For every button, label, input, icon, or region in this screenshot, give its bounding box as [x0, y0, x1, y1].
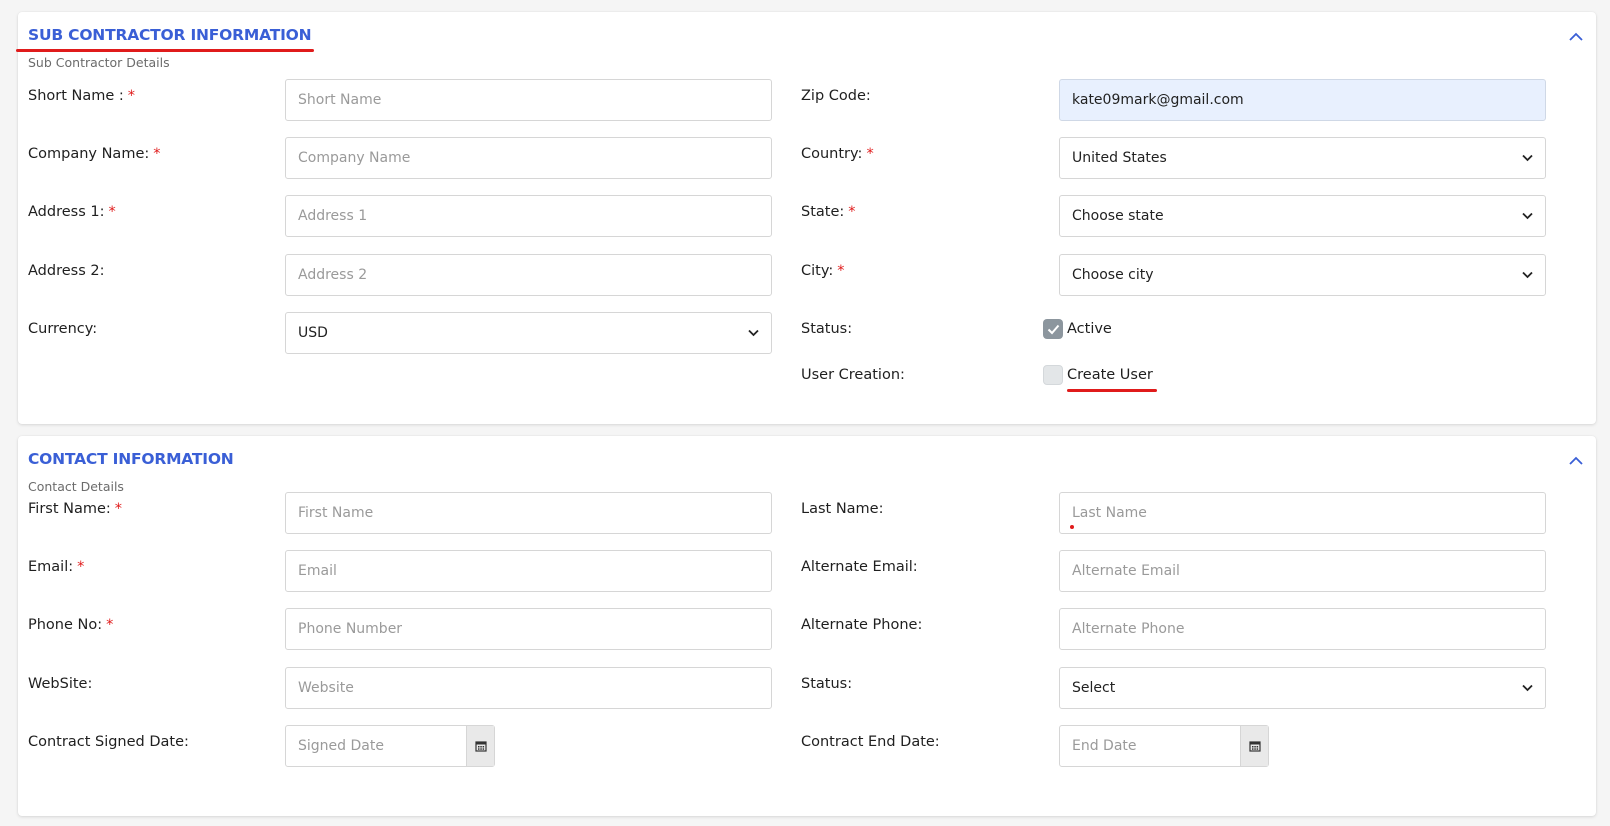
- email-label: Email: *: [28, 559, 85, 575]
- address1-input[interactable]: Address 1: [285, 195, 772, 237]
- chevron-down-icon: [748, 329, 759, 337]
- address2-input[interactable]: Address 2: [285, 254, 772, 296]
- currency-select[interactable]: USD: [285, 312, 772, 354]
- cursor-marker: [1070, 525, 1074, 529]
- user-creation-label: User Creation:: [801, 367, 905, 383]
- check-icon: [1047, 324, 1059, 334]
- city-label: City: *: [801, 263, 845, 279]
- chevron-down-icon: [1522, 684, 1533, 692]
- phone-label: Phone No: *: [28, 617, 114, 633]
- title-annotation-underline: [16, 49, 314, 52]
- calendar-button[interactable]: [1240, 726, 1268, 766]
- email-input[interactable]: Email: [285, 550, 772, 592]
- signed-date-label: Contract Signed Date:: [28, 734, 189, 750]
- end-date-label: Contract End Date:: [801, 734, 940, 750]
- short-name-label: Short Name : *: [28, 88, 136, 104]
- section-title: SUB CONTRACTOR INFORMATION: [28, 26, 312, 44]
- company-name-input[interactable]: Company Name: [285, 137, 772, 179]
- address2-label: Address 2:: [28, 263, 105, 279]
- contact-status-label: Status:: [801, 676, 853, 692]
- website-label: WebSite:: [28, 676, 93, 692]
- country-label: Country: *: [801, 146, 874, 162]
- state-select[interactable]: Choose state: [1059, 195, 1546, 237]
- state-label: State: *: [801, 204, 856, 220]
- first-name-input[interactable]: First Name: [285, 492, 772, 534]
- contact-status-select[interactable]: Select: [1059, 667, 1546, 709]
- first-name-label: First Name: *: [28, 501, 123, 517]
- website-input[interactable]: Website: [285, 667, 772, 709]
- phone-input[interactable]: Phone Number: [285, 608, 772, 650]
- calendar-icon: [1248, 741, 1261, 752]
- last-name-label: Last Name:: [801, 501, 884, 517]
- last-name-input[interactable]: Last Name: [1059, 492, 1546, 534]
- end-date-input[interactable]: End Date: [1060, 726, 1240, 766]
- contact-section: CONTACT INFORMATION Contact Details Firs…: [18, 436, 1596, 816]
- chevron-down-icon: [1522, 212, 1533, 220]
- chevron-down-icon: [1522, 154, 1533, 162]
- zip-code-input[interactable]: kate09mark@gmail.com: [1059, 79, 1546, 121]
- status-active-label: Active: [1067, 321, 1112, 337]
- signed-date-field[interactable]: Signed Date: [285, 725, 495, 767]
- section-subtitle: Contact Details: [28, 479, 124, 494]
- create-user-annotation-underline: [1067, 389, 1157, 392]
- calendar-button[interactable]: [466, 726, 494, 766]
- alt-phone-label: Alternate Phone:: [801, 617, 923, 633]
- end-date-field[interactable]: End Date: [1059, 725, 1269, 767]
- company-name-label: Company Name: *: [28, 146, 161, 162]
- chevron-up-icon[interactable]: [1568, 454, 1584, 468]
- calendar-icon: [474, 741, 487, 752]
- chevron-down-icon: [1522, 271, 1533, 279]
- short-name-input[interactable]: Short Name: [285, 79, 772, 121]
- status-active-checkbox[interactable]: [1043, 319, 1063, 339]
- alt-phone-input[interactable]: Alternate Phone: [1059, 608, 1546, 650]
- currency-label: Currency:: [28, 321, 98, 337]
- alt-email-label: Alternate Email:: [801, 559, 918, 575]
- section-subtitle: Sub Contractor Details: [28, 55, 170, 70]
- chevron-up-icon[interactable]: [1568, 30, 1584, 44]
- alt-email-input[interactable]: Alternate Email: [1059, 550, 1546, 592]
- country-select[interactable]: United States: [1059, 137, 1546, 179]
- zip-code-label: Zip Code:: [801, 88, 871, 104]
- signed-date-input[interactable]: Signed Date: [286, 726, 466, 766]
- create-user-label: Create User: [1067, 367, 1153, 383]
- sub-contractor-section: SUB CONTRACTOR INFORMATION Sub Contracto…: [16, 12, 1596, 424]
- city-select[interactable]: Choose city: [1059, 254, 1546, 296]
- status-label: Status:: [801, 321, 853, 337]
- create-user-checkbox[interactable]: [1043, 365, 1063, 385]
- section-title: CONTACT INFORMATION: [28, 450, 234, 468]
- address1-label: Address 1: *: [28, 204, 116, 220]
